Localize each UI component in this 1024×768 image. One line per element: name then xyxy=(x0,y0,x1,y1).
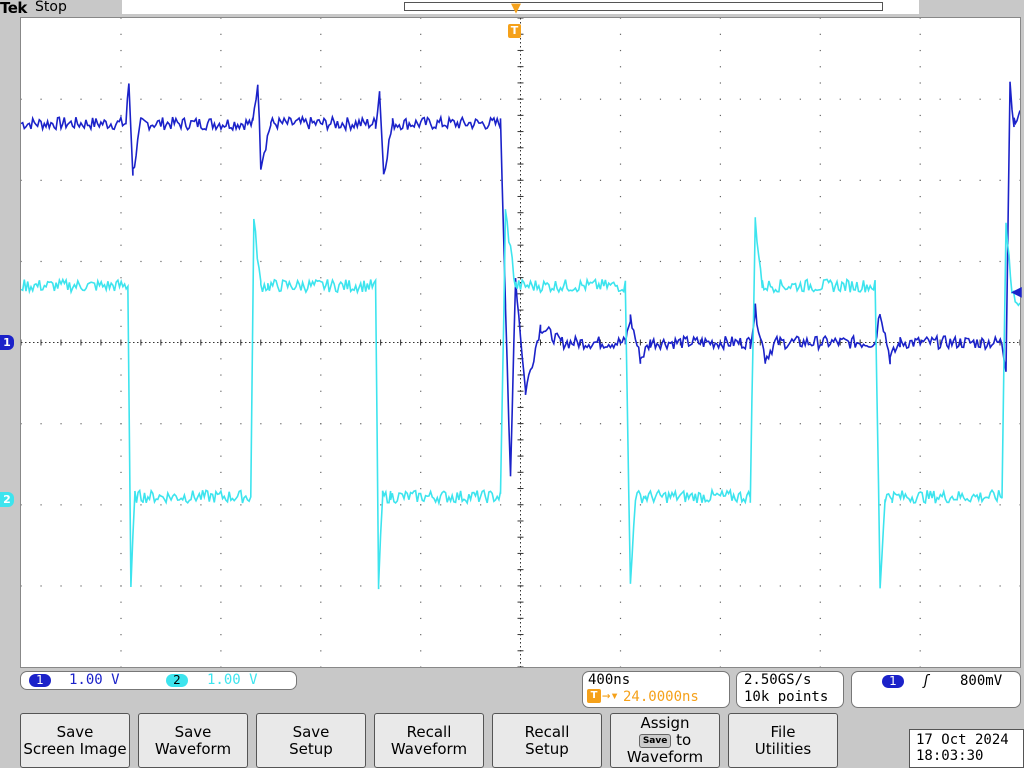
softkey-line2-row: Save to xyxy=(611,732,719,749)
acquisition-readout[interactable]: 2.50GS/s 10k points xyxy=(736,671,844,708)
ch2-trace xyxy=(21,209,1020,590)
recall-waveform-button[interactable]: Recall Waveform xyxy=(374,713,484,768)
record-length: 10k points xyxy=(744,689,829,705)
softkey-line2: Setup xyxy=(289,739,333,758)
sample-rate: 2.50GS/s xyxy=(744,672,812,688)
waveform-display[interactable] xyxy=(20,17,1021,668)
delay-arrow-icon: →▾ xyxy=(602,688,619,704)
softkey-line2: Waveform xyxy=(154,739,232,758)
softkey-line1: Recall xyxy=(524,722,570,741)
trigger-readout[interactable]: 1 ʃ 800mV xyxy=(851,671,1021,708)
trigger-delay-icon: T xyxy=(587,689,601,703)
date-time-display: 17 Oct 2024 18:03:30 xyxy=(909,729,1024,768)
waveform-area xyxy=(21,81,1020,590)
trigger-position-caret-icon: ▼ xyxy=(511,1,521,16)
trigger-delay-value: 24.0000ns xyxy=(623,689,699,705)
trigger-level-arrow-icon[interactable]: ◀ xyxy=(1011,284,1022,300)
time-per-division: 400ns xyxy=(588,672,631,688)
softkey-line1: Save xyxy=(292,722,330,741)
trigger-source-badge: 1 xyxy=(882,675,904,688)
rising-edge-icon: ʃ xyxy=(922,673,931,689)
softkey-line2: Waveform xyxy=(390,739,468,758)
softkey-line1: File xyxy=(770,722,796,741)
softkey-line2: Screen Image xyxy=(23,739,127,758)
softkey-line1: Assign xyxy=(640,714,690,732)
file-utilities-button[interactable]: File Utilities xyxy=(728,713,838,768)
brand-logo: Tek xyxy=(0,0,27,17)
recall-setup-button[interactable]: Recall Setup xyxy=(492,713,602,768)
horizontal-readout[interactable]: 400ns T →▾ 24.0000ns xyxy=(582,671,730,708)
record-view-window xyxy=(404,2,883,11)
ch2-scale: 1.00 V xyxy=(207,672,258,688)
softkey-line2: to xyxy=(676,731,692,749)
oscilloscope-screen: Tek Stop ▼ T 1 2 ◀ 1 1.00 V 2 1.00 V 400… xyxy=(0,0,1024,768)
ch2-badge: 2 xyxy=(166,674,188,687)
softkey-line3: Waveform xyxy=(626,748,704,766)
assign-save-button[interactable]: Assign Save to Waveform xyxy=(610,713,720,768)
save-key-icon: Save xyxy=(638,733,672,748)
softkey-line1: Recall xyxy=(406,722,452,741)
save-screen-image-button[interactable]: Save Screen Image xyxy=(20,713,130,768)
trigger-position-marker[interactable]: T xyxy=(508,24,521,38)
ch1-ground-marker[interactable]: 1 xyxy=(0,335,14,350)
save-waveform-button[interactable]: Save Waveform xyxy=(138,713,248,768)
top-status-bar: Tek Stop ▼ xyxy=(0,0,1024,17)
softkey-line1: Save xyxy=(56,722,94,741)
ch2-ground-marker[interactable]: 2 xyxy=(0,492,14,507)
ch1-scale: 1.00 V xyxy=(69,672,120,688)
acquisition-state: Stop xyxy=(35,0,67,15)
softkey-line2: Utilities xyxy=(754,739,812,758)
softkey-line1: Save xyxy=(174,722,212,741)
trigger-level: 800mV xyxy=(960,673,1003,689)
time-text: 18:03:30 xyxy=(916,748,984,764)
softkey-line2: Setup xyxy=(525,739,569,758)
date-text: 17 Oct 2024 xyxy=(916,732,1009,748)
ch1-badge: 1 xyxy=(29,674,51,687)
channel-scale-readout[interactable]: 1 1.00 V 2 1.00 V xyxy=(20,671,297,690)
ch1-trace xyxy=(21,81,1020,477)
save-setup-button[interactable]: Save Setup xyxy=(256,713,366,768)
